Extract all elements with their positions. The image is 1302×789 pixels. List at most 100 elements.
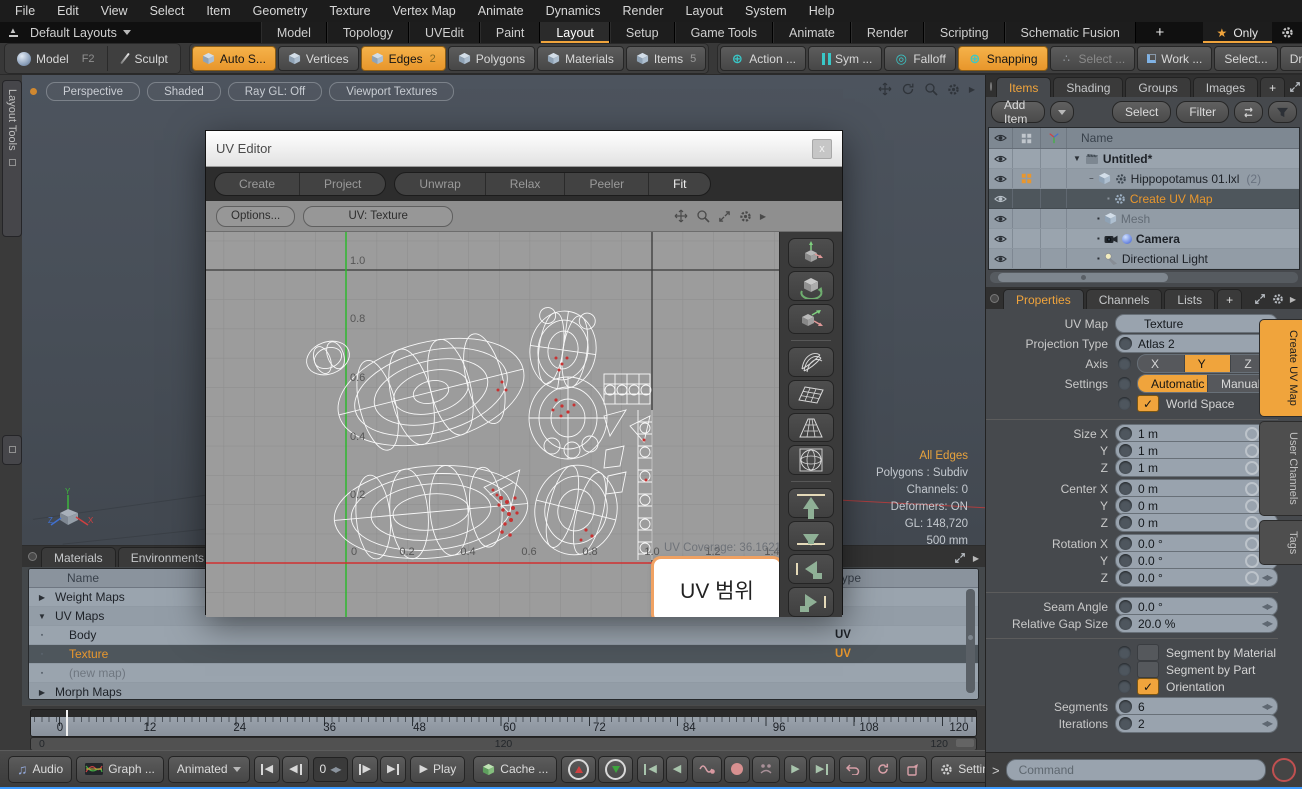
menu-item[interactable]: File xyxy=(4,0,46,22)
auto-key-button[interactable] xyxy=(692,756,722,783)
uv-map-selector[interactable]: UV: Texture xyxy=(303,206,453,227)
layout-tab[interactable]: Schematic Fusion xyxy=(1005,22,1136,43)
uv-options-button[interactable]: Options... xyxy=(216,206,295,227)
layout-tab[interactable]: Animate xyxy=(773,22,851,43)
pack-up-button[interactable] xyxy=(788,488,834,518)
menu-item[interactable]: Geometry xyxy=(242,0,319,22)
gear-icon[interactable] xyxy=(1272,293,1284,305)
orientation-checkbox[interactable]: ✓ xyxy=(1137,678,1159,695)
cache-button[interactable]: Cache ... xyxy=(473,756,557,783)
channel-knob[interactable] xyxy=(1118,680,1131,693)
expand-icon[interactable] xyxy=(1289,81,1301,93)
panel-tab[interactable]: Properties xyxy=(1003,289,1084,309)
command-input[interactable] xyxy=(1006,759,1266,781)
viewport-camera-pill[interactable]: Perspective xyxy=(46,82,140,101)
side-tab[interactable]: User Channels xyxy=(1259,421,1302,516)
add-item-dropdown[interactable] xyxy=(1050,101,1074,123)
audio-button[interactable]: ♫ Audio xyxy=(8,756,72,783)
expander-icon[interactable] xyxy=(29,651,55,658)
expander-icon[interactable] xyxy=(29,632,55,639)
expand-icon[interactable] xyxy=(954,552,966,564)
name-column-header[interactable]: Name xyxy=(1067,128,1299,148)
redo-key-button[interactable] xyxy=(869,756,897,783)
panel-tab[interactable]: Channels xyxy=(1086,289,1163,309)
component-mode-button[interactable]: Edges 2 xyxy=(361,46,446,71)
layout-tab[interactable]: Paint xyxy=(480,22,541,43)
visibility-column-icon[interactable] xyxy=(994,133,1007,143)
only-tab[interactable]: ★ Only xyxy=(1203,22,1272,43)
pack-left-button[interactable] xyxy=(788,554,834,584)
menu-item[interactable]: Edit xyxy=(46,0,90,22)
panel-tab[interactable]: Groups xyxy=(1125,77,1190,97)
go-to-start-button[interactable]: ◀ xyxy=(254,756,280,783)
flyout-arrow-icon[interactable]: ▶ xyxy=(973,554,979,563)
layout-tab[interactable]: + xyxy=(1136,22,1184,43)
filter-button[interactable]: Filter xyxy=(1176,101,1229,123)
component-mode-button[interactable]: Polygons xyxy=(448,46,535,71)
menu-item[interactable]: Render xyxy=(612,0,675,22)
range-handle[interactable] xyxy=(956,739,974,747)
viewport-raygl-pill[interactable]: Ray GL: Off xyxy=(228,82,323,101)
flyout-arrow-icon[interactable]: ▶ xyxy=(760,212,766,221)
side-tab[interactable]: Tags xyxy=(1259,520,1302,565)
tab-environments[interactable]: Environments xyxy=(118,547,217,567)
scale-tool-button[interactable] xyxy=(788,304,834,334)
viewport-menu-dot[interactable] xyxy=(30,88,37,95)
tool-state-button[interactable]: Sym ... xyxy=(808,46,882,71)
tool-state-button[interactable]: Action ... xyxy=(720,46,806,71)
expander-icon[interactable]: − xyxy=(1089,174,1094,183)
eye-icon[interactable] xyxy=(994,174,1007,184)
projection-button[interactable] xyxy=(788,413,834,443)
tool-state-button[interactable]: Select... xyxy=(1214,46,1277,71)
close-icon[interactable] xyxy=(812,139,832,159)
list-item[interactable]: Body UV xyxy=(29,626,978,645)
flyout-arrow-icon[interactable]: ▶ xyxy=(969,85,975,94)
segment-by-part-checkbox[interactable]: ✓ xyxy=(1137,661,1159,678)
eye-icon[interactable] xyxy=(994,234,1007,244)
zoom-icon[interactable] xyxy=(924,82,938,96)
uv-editor-titlebar[interactable]: UV Editor xyxy=(206,131,842,167)
uv-tab-create[interactable]: Create xyxy=(215,173,300,195)
axis-column-icon[interactable] xyxy=(1048,132,1060,144)
prev-key-button[interactable]: ◀ xyxy=(637,756,663,783)
stepper-icon[interactable]: ◀▶ xyxy=(1262,602,1272,611)
model-mode-button[interactable]: Model F2 xyxy=(7,46,105,71)
panel-tab[interactable]: Images xyxy=(1193,77,1258,97)
axis-y-option[interactable]: Y xyxy=(1185,355,1232,372)
world-space-checkbox[interactable]: ✓ xyxy=(1137,395,1159,412)
channel-knob[interactable] xyxy=(1118,646,1131,659)
layout-tab[interactable]: Layout xyxy=(540,22,610,43)
uv-peel-button[interactable] xyxy=(788,347,834,377)
expander-icon[interactable]: ▼ xyxy=(1073,154,1081,163)
panel-menu-dot[interactable] xyxy=(990,82,992,91)
component-mode-button[interactable]: Auto S... xyxy=(192,46,276,71)
table-row-selected[interactable]: ▪ Create UV Map xyxy=(989,189,1299,209)
bake-button[interactable] xyxy=(899,756,927,783)
expander-icon[interactable] xyxy=(29,688,55,697)
channel-knob[interactable] xyxy=(1118,663,1131,676)
uv-canvas[interactable]: 1.0 0.8 0.6 0.4 0.2 0 0.2 0.4 0.6 0.8 1.… xyxy=(206,232,779,617)
swap-filter-button[interactable] xyxy=(1234,101,1263,123)
stepper-icon[interactable]: ◀▶ xyxy=(1262,719,1272,728)
sculpt-mode-button[interactable]: Sculpt xyxy=(110,46,178,71)
tool-state-button[interactable]: Work ... xyxy=(1137,46,1212,71)
play-button[interactable]: ▶ Play xyxy=(410,756,465,783)
table-row[interactable]: ▪ Camera xyxy=(989,229,1299,249)
rotate-icon[interactable] xyxy=(901,82,915,96)
layout-tab[interactable]: Game Tools xyxy=(675,22,773,43)
uv-tab-fit[interactable]: Fit xyxy=(649,173,710,195)
layout-tools-tab[interactable]: Layout Tools xyxy=(2,80,22,237)
prev-frame-button[interactable]: ◀ xyxy=(282,756,308,783)
next-key-button[interactable]: ▶ xyxy=(809,756,835,783)
menu-item[interactable]: System xyxy=(734,0,798,22)
planar-project-button[interactable] xyxy=(788,380,834,410)
tool-state-button[interactable]: Falloff xyxy=(884,46,955,71)
pose-button[interactable] xyxy=(752,756,780,783)
current-frame-marker[interactable] xyxy=(66,710,68,736)
render-column-icon[interactable] xyxy=(1021,133,1032,144)
menu-item[interactable]: Dynamics xyxy=(535,0,612,22)
expand-icon[interactable] xyxy=(1254,293,1266,305)
axis-x-option[interactable]: X xyxy=(1138,355,1185,372)
tool-state-button[interactable]: Drop Action xyxy=(1280,46,1302,71)
layout-tab[interactable]: Topology xyxy=(327,22,409,43)
